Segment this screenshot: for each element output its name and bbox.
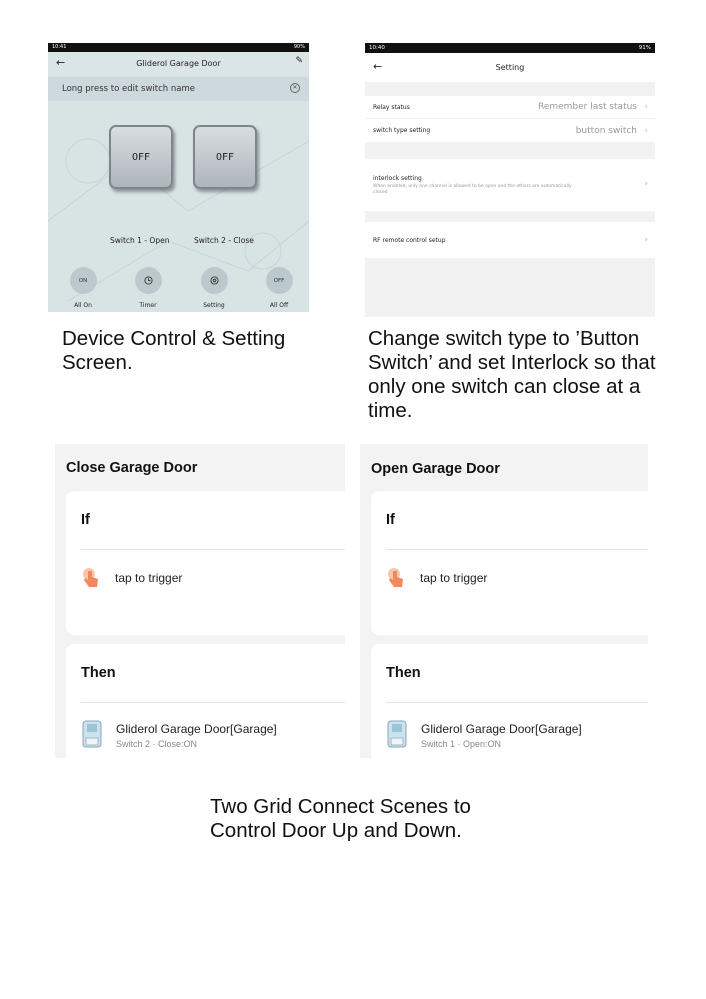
device-name: Gliderol Garage Door[Garage]: [116, 721, 277, 736]
status-time: 10:40: [369, 45, 385, 51]
status-battery: 91%: [638, 45, 651, 51]
trigger-label: tap to trigger: [420, 571, 488, 585]
status-time: 10:41: [52, 44, 67, 50]
device-title: Gliderol Garage Door: [136, 59, 221, 68]
row-label: Relay status: [373, 103, 410, 111]
then-label: Then: [386, 665, 421, 681]
close-hint-icon[interactable]: ✕: [290, 83, 300, 93]
edit-pencil-icon[interactable]: ✎: [295, 56, 303, 66]
chevron-right-icon: ›: [644, 179, 648, 189]
bottom-action-bar: ON All On Timer Setting OFF All Off: [48, 264, 309, 312]
trigger-row[interactable]: tap to trigger: [81, 567, 182, 589]
settings-icon: [200, 267, 228, 294]
device-name: Gliderol Garage Door[Garage]: [421, 721, 582, 736]
then-card: Then Gliderol Garage Door[Garage] Switch…: [371, 644, 648, 758]
scene-close-garage: Close Garage Door If tap to trigger Then…: [55, 444, 345, 758]
off-icon: OFF: [265, 267, 293, 294]
tap-hand-icon: [388, 568, 403, 587]
switch-2-label: Switch 2 - Close: [194, 236, 254, 245]
row-label: switch type setting: [373, 127, 431, 134]
switch-type-row[interactable]: switch type setting button switch ›: [365, 119, 655, 142]
setting-header: ← Setting: [365, 53, 655, 82]
back-arrow-icon[interactable]: ←: [56, 56, 65, 69]
scene-title: Close Garage Door: [66, 460, 198, 476]
status-bar: 10:41 90%: [48, 43, 309, 52]
switch-2-button[interactable]: OFF: [193, 125, 257, 189]
scene-open-garage: Open Garage Door If tap to trigger Then …: [360, 444, 648, 758]
device-action: Switch 2 · Close:ON: [116, 738, 198, 749]
action-row[interactable]: Gliderol Garage Door[Garage] Switch 1 · …: [386, 720, 582, 750]
chevron-right-icon: ›: [644, 125, 648, 136]
timer-icon: [134, 267, 162, 294]
timer-label: Timer: [139, 302, 157, 309]
action-row[interactable]: Gliderol Garage Door[Garage] Switch 2 · …: [81, 720, 277, 750]
setting-label: Setting: [203, 302, 225, 309]
status-battery: 90%: [293, 44, 305, 50]
setting-caption: Change switch type to ’Button Switch’ an…: [368, 327, 656, 422]
switch-1-label: Switch 1 - Open: [110, 236, 170, 245]
divider: [386, 702, 648, 703]
switch-device-icon: [82, 720, 102, 748]
interlock-row[interactable]: interlock setting When enabled, only one…: [365, 159, 655, 211]
all-on-button[interactable]: ON All On: [63, 267, 103, 309]
chevron-right-icon: ›: [644, 235, 648, 245]
trigger-row[interactable]: tap to trigger: [386, 567, 487, 589]
if-label: If: [81, 512, 90, 528]
scene-title: Open Garage Door: [371, 461, 500, 477]
trigger-label: tap to trigger: [115, 571, 183, 585]
row-description: When enabled, only one channel is allowe…: [373, 183, 572, 195]
hint-text: Long press to edit switch name: [62, 84, 195, 94]
device-header: ← Gliderol Garage Door ✎: [48, 52, 309, 75]
then-card: Then Gliderol Garage Door[Garage] Switch…: [66, 644, 345, 758]
switch-1-button[interactable]: OFF: [109, 125, 173, 189]
all-off-button[interactable]: OFF All Off: [259, 267, 299, 309]
on-icon: ON: [69, 267, 97, 294]
divider: [386, 549, 648, 550]
all-off-label: All Off: [269, 302, 289, 309]
switch-device-icon: [387, 720, 407, 748]
setting-screenshot: 10:40 91% ← Setting Relay status Remembe…: [365, 43, 655, 317]
device-caption: Device Control & Setting Screen.: [62, 327, 286, 374]
timer-button[interactable]: Timer: [128, 267, 168, 309]
row-label: interlock setting: [373, 174, 422, 182]
row-label: RF remote control setup: [373, 236, 446, 244]
then-label: Then: [81, 665, 116, 681]
rf-remote-row[interactable]: RF remote control setup ›: [365, 222, 655, 258]
tap-hand-icon: [83, 568, 98, 587]
if-card: If tap to trigger: [371, 491, 648, 635]
device-action: Switch 1 · Open:ON: [421, 738, 502, 749]
edit-name-hint: Long press to edit switch name ✕: [48, 77, 309, 101]
status-bar: 10:40 91%: [365, 43, 655, 53]
chevron-right-icon: ›: [644, 102, 648, 112]
relay-status-row[interactable]: Relay status Remember last status ›: [365, 96, 655, 119]
row-value: button switch: [575, 125, 637, 136]
row-value: Remember last status: [537, 102, 637, 112]
scenes-caption: Two Grid Connect Scenes to Control Door …: [210, 795, 471, 842]
if-card: If tap to trigger: [66, 491, 345, 635]
setting-title: Setting: [495, 63, 525, 72]
back-arrow-icon[interactable]: ←: [373, 60, 382, 73]
divider: [81, 702, 345, 703]
if-label: If: [386, 512, 395, 528]
device-control-screenshot: 10:41 90% ← Gliderol Garage Door ✎ Long …: [48, 43, 309, 312]
all-on-label: All On: [74, 302, 92, 309]
setting-button[interactable]: Setting: [194, 267, 234, 309]
divider: [81, 549, 345, 550]
